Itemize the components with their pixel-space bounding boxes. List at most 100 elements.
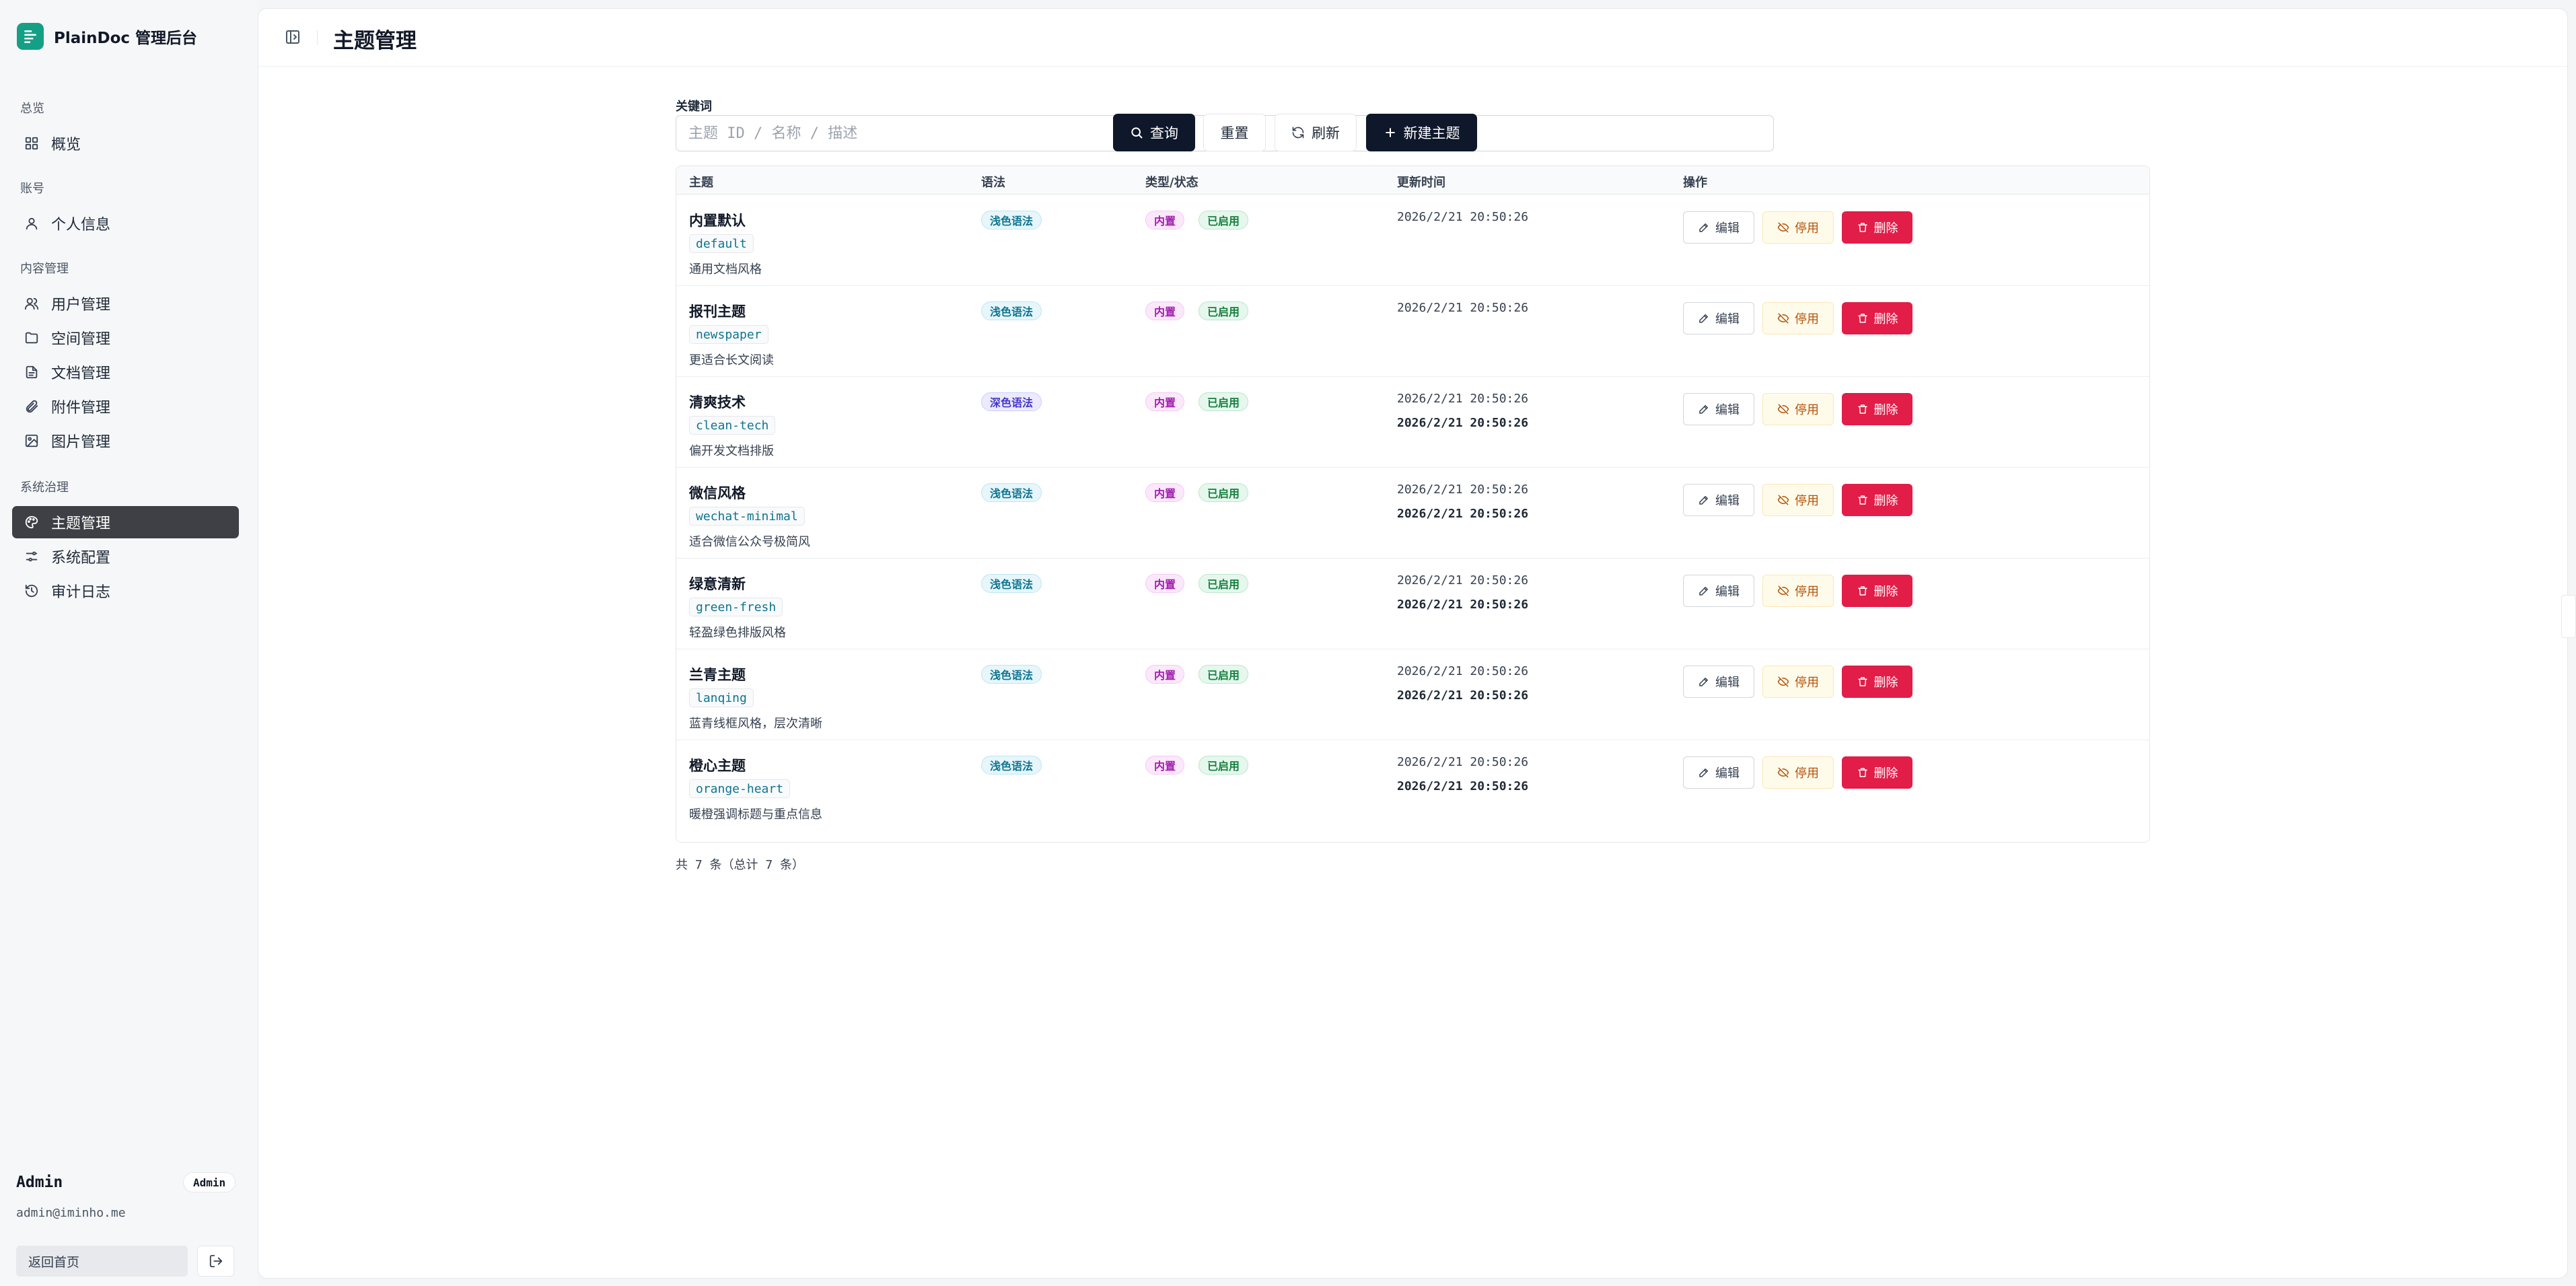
delete-button[interactable]: 删除 [1842, 575, 1912, 607]
refresh-button[interactable]: 刷新 [1275, 114, 1357, 151]
disable-button-label: 停用 [1795, 585, 1819, 599]
edit-button[interactable]: 编辑 [1683, 484, 1754, 516]
edit-button[interactable]: 编辑 [1683, 666, 1754, 698]
table-row: 清爽技术 clean-tech 偏开发文档排版 深色语法 内置 已启用 2026/2/21 … [676, 377, 2149, 468]
eye-off-icon [1777, 313, 1789, 324]
nav-group-label: 账号 [20, 182, 44, 195]
disable-button-label: 停用 [1795, 403, 1819, 417]
pencil-icon [1699, 587, 1708, 596]
sidebar-item-palette[interactable]: 主题管理 [12, 506, 239, 538]
disable-button-label: 停用 [1795, 312, 1819, 326]
plus-icon [1385, 128, 1395, 137]
sidebar-item-label: 用户管理 [51, 297, 111, 314]
edit-button-label: 编辑 [1715, 676, 1740, 690]
pencil-icon [1699, 223, 1708, 232]
edit-button[interactable]: 编辑 [1683, 756, 1754, 789]
history-icon [24, 583, 39, 598]
pencil-icon [1699, 769, 1708, 777]
sidebar-item-user[interactable]: 个人信息 [12, 207, 239, 240]
topbar-divider [317, 30, 318, 45]
edit-button[interactable]: 编辑 [1683, 211, 1754, 244]
logout-button[interactable] [197, 1246, 234, 1277]
sidebar-item-image[interactable]: 图片管理 [12, 425, 239, 457]
pencil-icon [1699, 314, 1708, 323]
user-email: admin@iminho.me [16, 1206, 126, 1220]
delete-button-label: 删除 [1873, 403, 1898, 417]
reset-button-label: 重置 [1220, 125, 1249, 141]
type-badge: 内置 [1145, 211, 1185, 229]
disable-button[interactable]: 停用 [1762, 211, 1834, 244]
disable-button[interactable]: 停用 [1762, 575, 1834, 607]
sidebar-item-label: 图片管理 [51, 434, 111, 451]
delete-button[interactable]: 删除 [1842, 211, 1912, 244]
trash-icon [1857, 314, 1867, 323]
syntax-badge: 浅色语法 [981, 665, 1042, 684]
reset-button[interactable]: 重置 [1203, 114, 1266, 151]
brand-title: PlainDoc 管理后台 [54, 30, 198, 47]
sidebar-item-history[interactable]: 审计日志 [12, 575, 239, 607]
disable-button-label: 停用 [1795, 221, 1819, 236]
back-home-button[interactable]: 返回首页 [16, 1246, 188, 1277]
brand[interactable]: PlainDoc 管理后台 [17, 23, 197, 50]
theme-description: 通用文档风格 [689, 262, 762, 277]
delete-button[interactable]: 删除 [1842, 302, 1912, 334]
delete-button[interactable]: 删除 [1842, 393, 1912, 425]
image-icon [24, 433, 39, 448]
sidebar-item-file-text[interactable]: 文档管理 [12, 356, 239, 388]
disable-button[interactable]: 停用 [1762, 302, 1834, 334]
sidebar-item-label: 空间管理 [51, 331, 111, 348]
scroll-handle[interactable] [2561, 595, 2576, 638]
dashboard-icon [24, 136, 39, 151]
query-button-label: 查询 [1150, 125, 1178, 141]
disable-button[interactable]: 停用 [1762, 484, 1834, 516]
topbar: 主题管理 [258, 9, 2567, 67]
theme-id: clean-tech [689, 416, 776, 435]
sidebar-item-folder[interactable]: 空间管理 [12, 322, 239, 354]
sidebar-item-label: 个人信息 [51, 217, 111, 234]
disable-button[interactable]: 停用 [1762, 756, 1834, 789]
edit-button-label: 编辑 [1715, 403, 1740, 417]
type-badge: 内置 [1145, 574, 1185, 593]
disable-button-label: 停用 [1795, 494, 1819, 508]
sidebar-item-label: 概览 [51, 137, 81, 153]
theme-name: 报刊主题 [689, 303, 746, 320]
edit-button[interactable]: 编辑 [1683, 393, 1754, 425]
new-theme-button[interactable]: 新建主题 [1366, 114, 1477, 151]
updated-time-secondary: 2026/2/21 20:50:26 [1397, 779, 1529, 793]
table-row: 绿意清新 green-fresh 轻盈绿色排版风格 浅色语法 内置 已启用 2026/2/2… [676, 559, 2149, 649]
sidebar-toggle-button[interactable] [283, 28, 302, 46]
sidebar-item-users[interactable]: 用户管理 [12, 287, 239, 320]
disable-button[interactable]: 停用 [1762, 666, 1834, 698]
themes-table: 主题 语法 类型/状态 更新时间 操作 内置默认 default 通用文档风格 浅色语… [676, 166, 2150, 843]
sidebar-item-paperclip[interactable]: 附件管理 [12, 390, 239, 423]
delete-button[interactable]: 删除 [1842, 484, 1912, 516]
table-header: 主题 语法 类型/状态 更新时间 操作 [676, 166, 2149, 194]
updated-time: 2026/2/21 20:50:26 [1397, 573, 1529, 587]
trash-icon [1857, 586, 1867, 596]
sidebar-item-label: 主题管理 [51, 515, 111, 532]
file-text-icon [24, 365, 39, 380]
updated-time-secondary: 2026/2/21 20:50:26 [1397, 507, 1529, 521]
eye-off-icon [1777, 404, 1789, 415]
page-title: 主题管理 [333, 29, 417, 53]
updated-time: 2026/2/21 20:50:26 [1397, 755, 1529, 769]
status-badge: 已启用 [1198, 301, 1249, 320]
theme-id: orange-heart [689, 779, 791, 798]
theme-id: default [689, 234, 754, 253]
edit-button[interactable]: 编辑 [1683, 302, 1754, 334]
disable-button[interactable]: 停用 [1762, 393, 1834, 425]
delete-button-label: 删除 [1873, 676, 1898, 690]
delete-button[interactable]: 删除 [1842, 666, 1912, 698]
pencil-icon [1699, 405, 1708, 414]
edit-button[interactable]: 编辑 [1683, 575, 1754, 607]
status-badge: 已启用 [1198, 392, 1249, 411]
theme-description: 暖橙强调标题与重点信息 [689, 808, 822, 822]
delete-button[interactable]: 删除 [1842, 756, 1912, 789]
query-button[interactable]: 查询 [1113, 114, 1195, 151]
eye-off-icon [1777, 495, 1789, 505]
delete-button-label: 删除 [1873, 312, 1898, 326]
sidebar-item-sliders[interactable]: 系统配置 [12, 540, 239, 573]
syntax-badge: 浅色语法 [981, 483, 1042, 502]
syntax-badge: 浅色语法 [981, 301, 1042, 320]
sidebar-item-dashboard[interactable]: 概览 [12, 127, 239, 159]
